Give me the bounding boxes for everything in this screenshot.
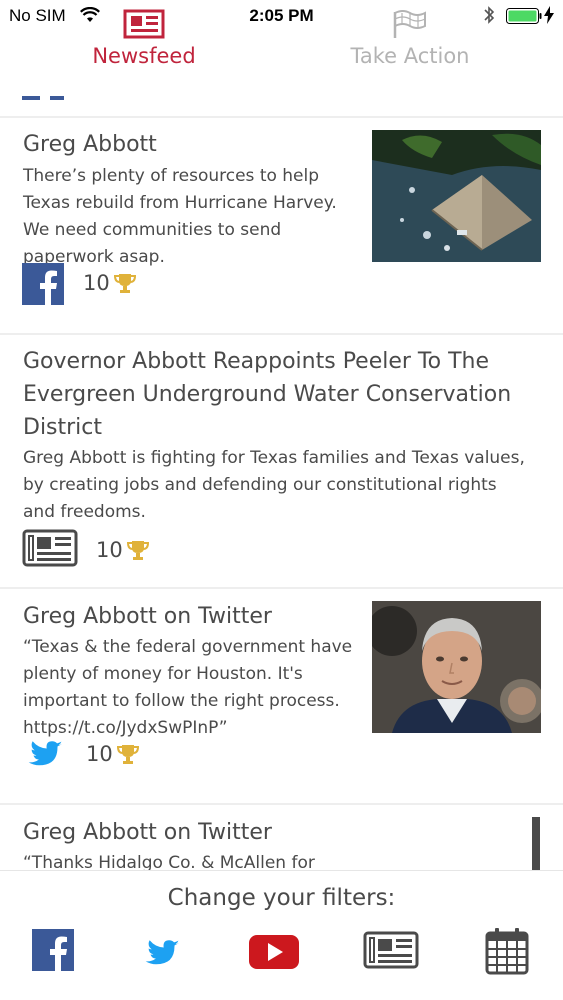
feed-item[interactable]: Governor Abbott Reappoints Peeler To The…	[0, 335, 563, 587]
feed-item[interactable]: Greg Abbott on Twitter “Thanks Hidalgo C…	[0, 805, 563, 870]
twitter-icon[interactable]	[139, 933, 183, 969]
newsfeed-list[interactable]: Greg Abbott There’s plenty of resources …	[0, 88, 563, 870]
filter-title: Change your filters:	[167, 885, 396, 911]
title-line: Evergreen Underground Water Conservation	[23, 382, 512, 407]
score-count: 10	[96, 538, 123, 562]
tab-take-action-label: Take Action	[350, 44, 470, 68]
partial-newspaper-icon	[22, 96, 64, 100]
scrollbar-thumb[interactable]	[532, 817, 540, 870]
feed-item-title: Greg Abbott on Twitter	[23, 604, 272, 629]
newspaper-icon[interactable]	[363, 931, 419, 969]
feed-item[interactable]: Greg Abbott There’s plenty of resources …	[0, 118, 563, 333]
text-line: and freedoms.	[23, 502, 146, 522]
flags-icon	[393, 10, 426, 38]
youtube-icon[interactable]	[249, 935, 299, 969]
text-line: https://t.co/JydxSwPInP”	[23, 718, 228, 738]
feed-item-title: Greg Abbott	[23, 132, 157, 157]
feed-item-text: Greg Abbott is fighting for Texas famili…	[23, 445, 525, 526]
text-line: paperwork asap.	[23, 247, 165, 267]
calendar-icon[interactable]	[485, 927, 529, 975]
text-line: plenty of money for Houston. It's	[23, 664, 303, 684]
tab-take-action[interactable]: Take Action	[310, 8, 510, 68]
feed-item-text: “Thanks Hidalgo Co. & McAllen for	[23, 850, 315, 870]
feed-item-title: Governor Abbott Reappoints Peeler To The…	[23, 345, 511, 444]
facebook-icon[interactable]	[32, 929, 74, 971]
feed-item-title: Greg Abbott on Twitter	[23, 820, 272, 845]
flood-photo	[372, 130, 541, 262]
score-count: 10	[86, 742, 113, 766]
text-line: “Texas & the federal government have	[23, 637, 353, 657]
feed-item-text: There’s plenty of resources to help Texa…	[23, 163, 337, 271]
feed-item-text: “Texas & the federal government have ple…	[23, 634, 352, 742]
text-line: There’s plenty of resources to help	[23, 166, 320, 186]
newspaper-icon[interactable]	[22, 529, 78, 567]
title-line: Governor Abbott Reappoints Peeler To The	[23, 349, 489, 374]
text-line: We need communities to send	[23, 220, 282, 240]
tab-newsfeed[interactable]: Newsfeed	[44, 8, 244, 68]
tab-newsfeed-label: Newsfeed	[92, 44, 196, 68]
trophy-icon	[114, 274, 136, 293]
text-line: important to follow the right process.	[23, 691, 340, 711]
top-tab-bar: Newsfeed Take Action	[0, 0, 563, 88]
portrait-photo	[372, 601, 541, 733]
filter-bar: Change your filters:	[0, 870, 563, 1000]
title-line: District	[23, 415, 103, 440]
text-line: Texas rebuild from Hurricane Harvey.	[23, 193, 337, 213]
text-line: “Thanks Hidalgo Co. & McAllen for	[23, 853, 315, 870]
score-count: 10	[83, 271, 110, 295]
text-line: Greg Abbott is fighting for Texas famili…	[23, 448, 525, 468]
feed-item[interactable]: Greg Abbott on Twitter “Texas & the fede…	[0, 589, 563, 803]
facebook-icon[interactable]	[22, 263, 64, 305]
trophy-icon	[127, 541, 149, 560]
trophy-icon	[117, 745, 139, 764]
newspaper-icon	[123, 9, 165, 39]
text-line: by creating jobs and defending our const…	[23, 475, 497, 495]
twitter-icon[interactable]	[22, 734, 66, 770]
